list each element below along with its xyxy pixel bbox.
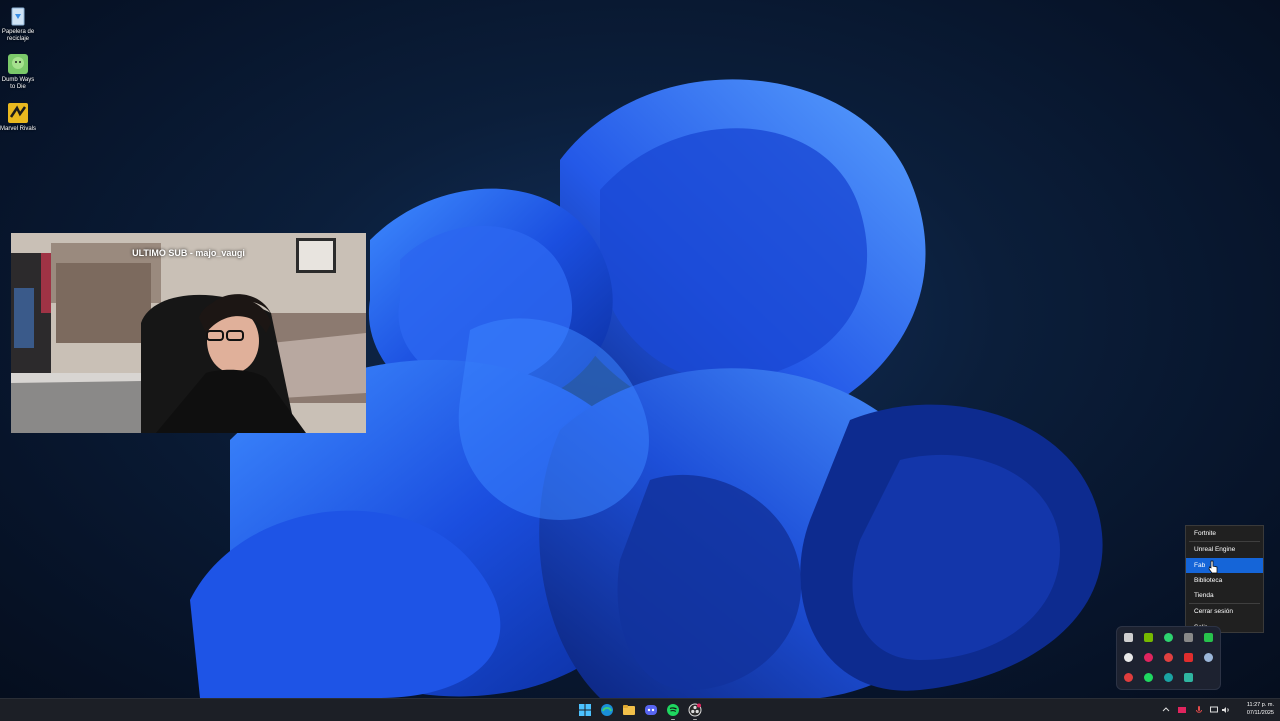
network-icon[interactable]	[1210, 706, 1218, 714]
game-icon	[7, 102, 29, 124]
tray-context-menu[interactable]: Fortnite Unreal Engine Fab Biblioteca Ti…	[1185, 525, 1264, 633]
tray-app-icon[interactable]	[1184, 653, 1193, 662]
tray-overflow-flyout	[1116, 626, 1221, 690]
tray-app-icon[interactable]	[1204, 633, 1213, 642]
spotify-icon[interactable]	[666, 703, 680, 717]
tray-app-icon[interactable]	[1124, 673, 1133, 682]
volume-icon[interactable]	[1222, 706, 1230, 714]
tray-app-icon[interactable]	[1124, 653, 1133, 662]
desktop-icon-label: Dumb Ways to Die	[1, 77, 35, 90]
recycle-bin-shortcut[interactable]: Papelera de reciclaje	[0, 5, 36, 43]
game-icon	[7, 53, 29, 75]
tray-app-icon[interactable]	[1164, 653, 1173, 662]
menu-item-tienda[interactable]: Tienda	[1186, 588, 1263, 603]
dumb-ways-to-die-shortcut[interactable]: Dumb Ways to Die	[0, 53, 36, 91]
clock-time: 11:27 p. m.	[1246, 702, 1274, 708]
microphone-icon[interactable]	[1195, 706, 1203, 714]
obs-icon[interactable]	[688, 703, 702, 717]
clock-date: 07/11/2025	[1246, 710, 1274, 716]
chevron-up-icon[interactable]	[1162, 706, 1170, 714]
steam-icon[interactable]	[1204, 653, 1213, 662]
desktop-icon-label: Marvel Rivals	[0, 126, 37, 132]
discord-icon[interactable]	[644, 703, 658, 717]
tray-app-icon[interactable]	[1184, 633, 1193, 642]
file-explorer-icon[interactable]	[622, 703, 636, 717]
tray-app-icon[interactable]	[1124, 633, 1133, 642]
spotify-icon[interactable]	[1144, 673, 1153, 682]
taskbar: 11:27 p. m. 07/11/2025	[0, 698, 1280, 721]
desktop: Papelera de reciclaje Dumb Ways to Die M…	[0, 0, 1280, 698]
edge-icon[interactable]	[1164, 673, 1173, 682]
menu-item-fab[interactable]: Fab	[1186, 557, 1263, 573]
marvel-rivals-shortcut[interactable]: Marvel Rivals	[0, 102, 36, 133]
menu-item-biblioteca[interactable]: Biblioteca	[1186, 573, 1263, 588]
desktop-icon-label: Papelera de reciclaje	[1, 29, 35, 42]
epic-games-icon[interactable]	[1164, 633, 1173, 642]
windows-start-icon[interactable]	[578, 703, 592, 717]
menu-item-unreal-engine[interactable]: Unreal Engine	[1186, 542, 1263, 557]
recycle-bin-icon	[7, 5, 29, 27]
edge-icon[interactable]	[600, 703, 614, 717]
tray-app-icon[interactable]	[1144, 653, 1153, 662]
menu-item-fortnite[interactable]: Fortnite	[1186, 526, 1263, 541]
clock[interactable]: 11:27 p. m. 07/11/2025	[1247, 701, 1274, 717]
webcam-overlay: ULTIMO SUB - majo_vaugi	[11, 233, 366, 433]
menu-item-cerrar-sesion[interactable]: Cerrar sesión	[1186, 604, 1263, 619]
tray-app-icon[interactable]	[1178, 706, 1186, 714]
webcam-caption: ULTIMO SUB - majo_vaugi	[132, 248, 245, 258]
nvidia-icon[interactable]	[1144, 633, 1153, 642]
tray-app-icon[interactable]	[1184, 673, 1193, 682]
hand-cursor-icon	[1208, 560, 1218, 574]
webcam-scene	[11, 233, 366, 433]
